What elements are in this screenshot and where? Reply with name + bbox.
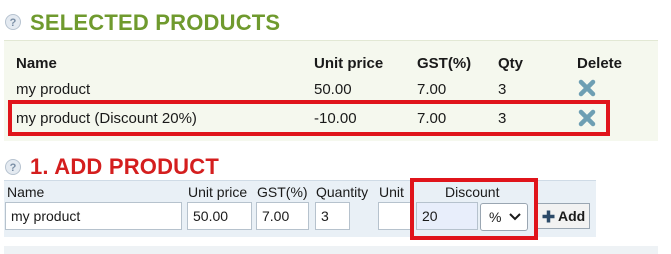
unit-price-label: Unit price [188,184,248,200]
quantity-label: Quantity [316,184,369,200]
help-icon[interactable]: ? [5,159,21,175]
column-header-name: Name [16,55,57,72]
column-header-qty: Qty [498,55,524,72]
gst-label: GST(%) [257,184,308,200]
add-product-title: 1. ADD PRODUCT [30,154,219,179]
discount-highlight [410,178,538,240]
name-label: Name [7,184,45,200]
gst-cell: 7.00 [417,81,447,98]
unit-input[interactable] [378,202,414,230]
product-name-cell: my product [16,81,91,98]
qty-cell: 3 [498,81,507,98]
column-header-gst: GST(%) [417,55,472,72]
help-icon[interactable]: ? [5,14,21,30]
unit-price-cell: 50.00 [314,81,352,98]
gst-input[interactable]: 7.00 [256,202,309,230]
unit-price-input[interactable]: 50.00 [187,202,252,230]
unit-label: Unit [379,184,404,200]
close-x-icon[interactable] [577,78,597,98]
product-name-input[interactable]: my product [5,202,182,230]
quantity-input[interactable]: 3 [315,202,350,230]
add-button-label: Add [558,208,586,224]
discount-row-highlight [8,100,610,136]
column-header-unit-price: Unit price [314,55,384,72]
column-header-delete: Delete [577,55,623,72]
add-button[interactable]: Add [537,203,590,229]
selected-products-title: SELECTED PRODUCTS [30,10,281,35]
plus-icon [542,210,555,223]
bottom-strip [4,246,658,254]
